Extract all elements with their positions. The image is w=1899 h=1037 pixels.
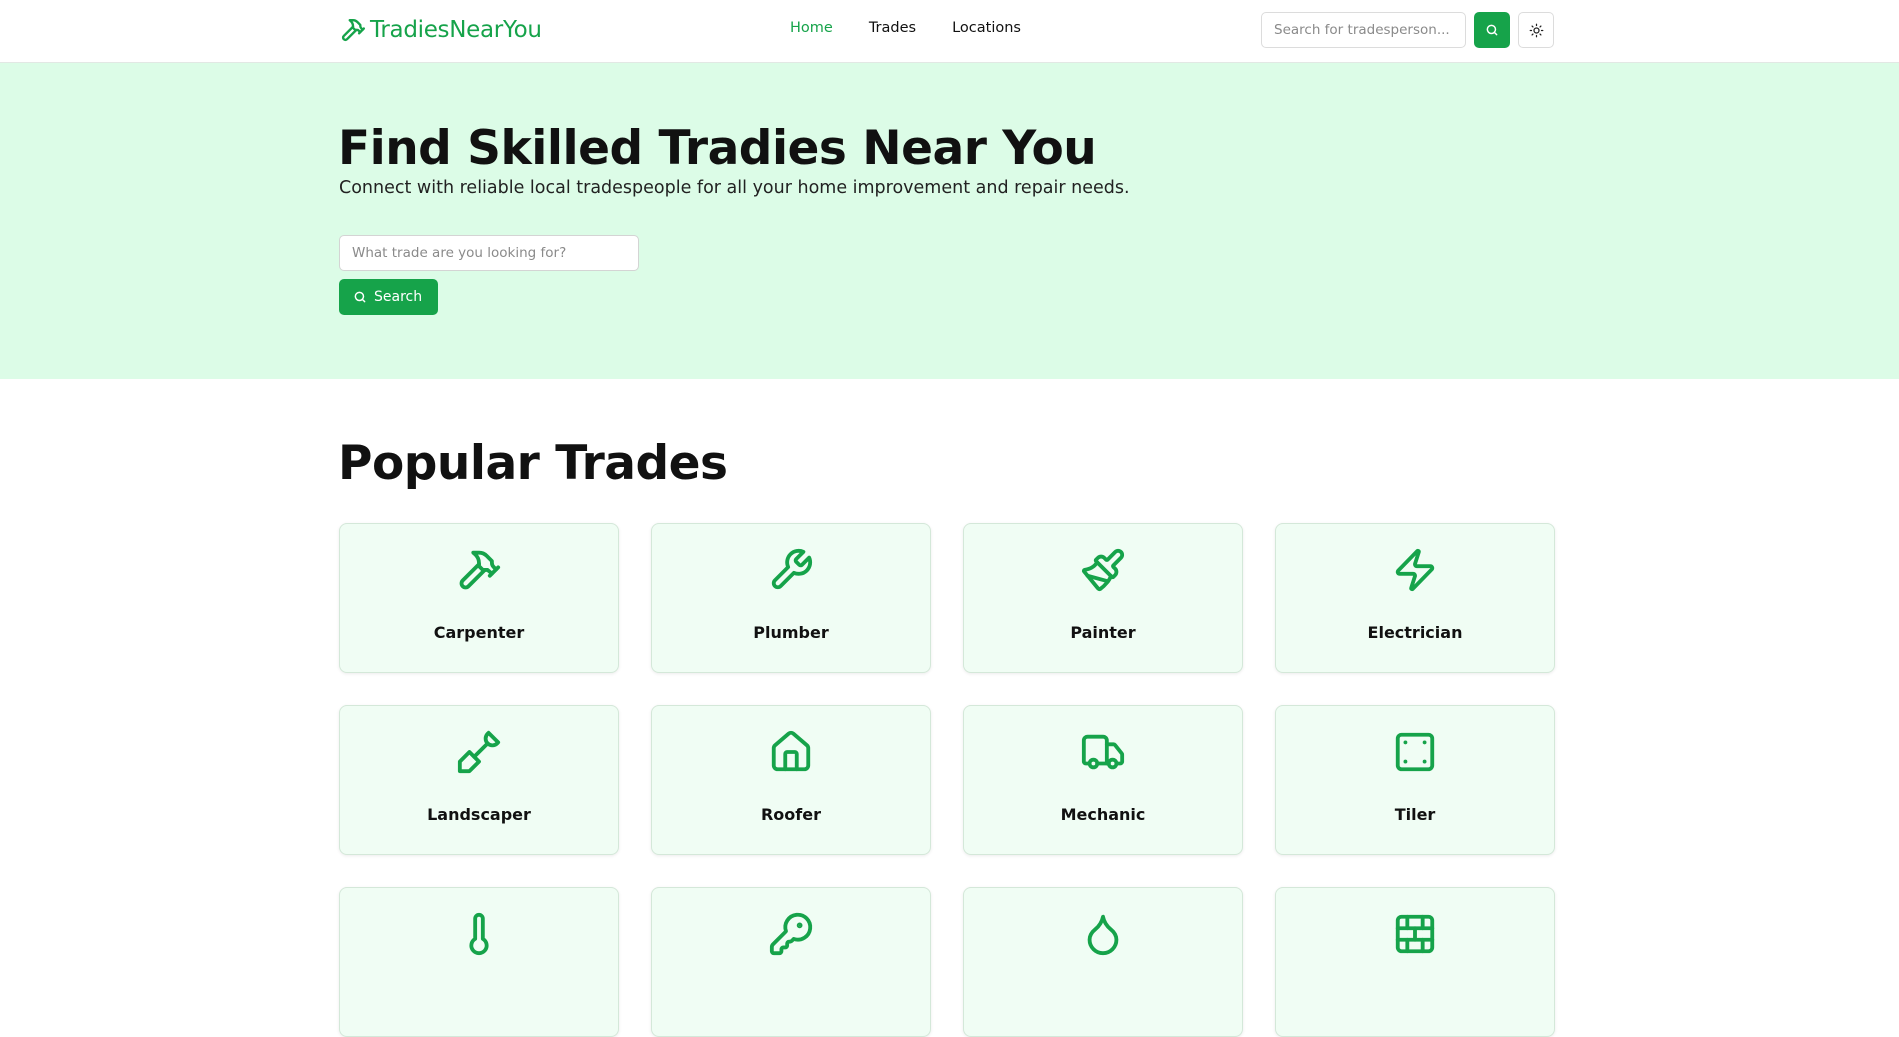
trade-card-9[interactable]: [339, 887, 619, 1037]
hammer-logo-icon: [340, 17, 366, 43]
trade-label: Landscaper: [427, 805, 531, 824]
trade-card-roofer[interactable]: Roofer: [651, 705, 931, 855]
trade-label: Carpenter: [433, 623, 525, 642]
tile-icon: [1392, 729, 1438, 775]
trade-label: Painter: [1070, 623, 1136, 642]
search-icon: [353, 290, 367, 304]
thermometer-icon: [456, 911, 502, 957]
main-nav: Home Trades Locations: [790, 20, 1021, 36]
trade-card-tiler[interactable]: Tiler: [1275, 705, 1555, 855]
theme-toggle-button[interactable]: [1518, 12, 1554, 48]
hero-section: Find Skilled Tradies Near You Connect wi…: [0, 63, 1899, 379]
paintbrush-icon: [1080, 547, 1126, 593]
site-header: TradiesNearYou Home Trades Locations: [0, 0, 1899, 63]
trade-label: Roofer: [760, 805, 821, 824]
trade-card-11[interactable]: [963, 887, 1243, 1037]
house-icon: [768, 729, 814, 775]
shovel-icon: [456, 729, 502, 775]
trade-card-carpenter[interactable]: Carpenter: [339, 523, 619, 673]
trade-card-10[interactable]: [651, 887, 931, 1037]
trade-card-plumber[interactable]: Plumber: [651, 523, 931, 673]
truck-icon: [1080, 729, 1126, 775]
search-icon: [1485, 23, 1499, 37]
header-search-input[interactable]: [1261, 12, 1466, 48]
nav-home[interactable]: Home: [790, 20, 833, 36]
hero-title: Find Skilled Tradies Near You: [338, 121, 1097, 176]
hero-search-button-label: Search: [374, 289, 423, 305]
trade-label: Mechanic: [1060, 805, 1146, 824]
logo[interactable]: TradiesNearYou: [340, 14, 542, 46]
nav-locations[interactable]: Locations: [952, 20, 1021, 36]
sun-icon: [1529, 23, 1544, 38]
logo-text: TradiesNearYou: [370, 17, 542, 43]
popular-trades-title: Popular Trades: [338, 436, 728, 491]
lightning-icon: [1392, 547, 1438, 593]
trade-label: Plumber: [753, 623, 829, 642]
key-icon: [768, 911, 814, 957]
trades-grid: Carpenter Plumber Painter Electrician La…: [339, 523, 1555, 1037]
droplet-icon: [1080, 911, 1126, 957]
trade-card-electrician[interactable]: Electrician: [1275, 523, 1555, 673]
trade-search-input[interactable]: [339, 235, 639, 271]
brick-wall-icon: [1392, 911, 1438, 957]
header-search-button[interactable]: [1474, 12, 1510, 48]
trade-card-mechanic[interactable]: Mechanic: [963, 705, 1243, 855]
hammer-icon: [456, 547, 502, 593]
trade-card-painter[interactable]: Painter: [963, 523, 1243, 673]
wrench-icon: [768, 547, 814, 593]
trade-card-12[interactable]: [1275, 887, 1555, 1037]
trade-card-landscaper[interactable]: Landscaper: [339, 705, 619, 855]
trade-label: Tiler: [1394, 805, 1436, 824]
hero-subtitle: Connect with reliable local tradespeople…: [339, 178, 1130, 198]
trade-label: Electrician: [1367, 623, 1463, 642]
nav-trades[interactable]: Trades: [869, 20, 916, 36]
hero-search-button[interactable]: Search: [339, 279, 439, 315]
